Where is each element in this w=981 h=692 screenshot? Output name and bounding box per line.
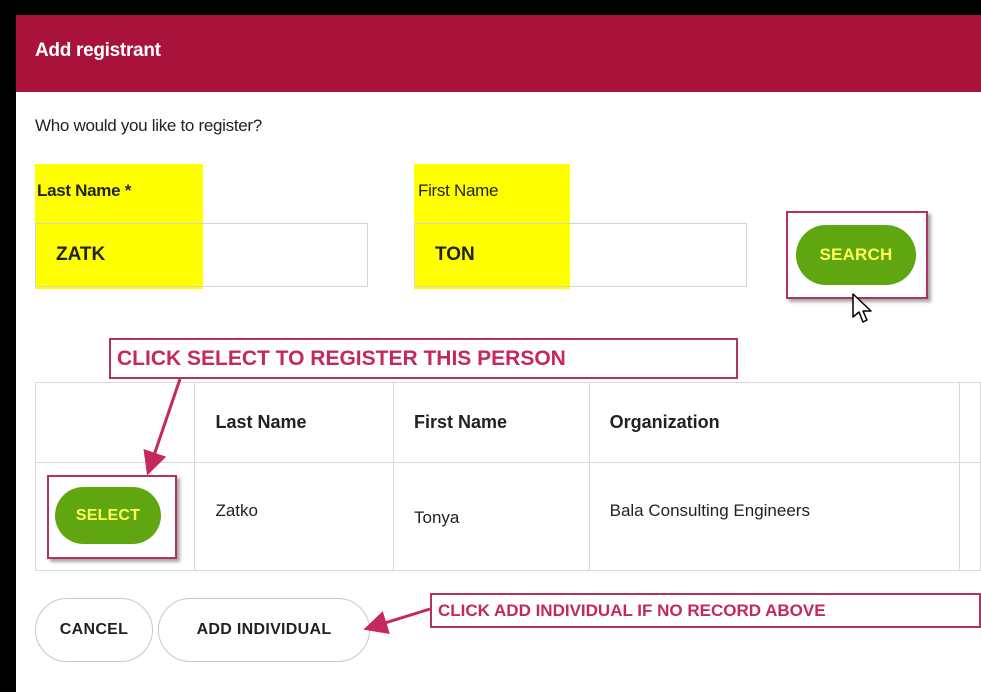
select-button[interactable]: SELECT — [55, 487, 161, 544]
dialog-header: Add registrant — [16, 15, 981, 92]
header-first-name: First Name — [393, 382, 590, 463]
cell-first-name: Tonya — [393, 462, 590, 571]
dialog-title: Add registrant — [35, 40, 161, 61]
add-individual-button[interactable]: ADD INDIVIDUAL — [158, 598, 370, 662]
search-button[interactable]: SEARCH — [796, 225, 916, 285]
cell-last-name: Zatko — [194, 462, 395, 571]
header-organization: Organization — [588, 382, 960, 463]
table-header-row: Last Name First Name Organization — [34, 382, 981, 463]
cancel-button[interactable]: CANCEL — [35, 598, 153, 662]
first-name-label: First Name — [418, 181, 499, 200]
last-name-input[interactable]: ZATK — [35, 223, 368, 287]
add-registrant-dialog: Add registrant Who would you like to reg… — [16, 15, 981, 692]
mouse-cursor-icon — [852, 293, 872, 323]
cell-extra — [958, 462, 981, 571]
first-name-value: TON — [435, 244, 475, 265]
cell-organization: Bala Consulting Engineers — [588, 462, 960, 571]
add-individual-arrow — [363, 607, 431, 635]
header-extra — [958, 382, 981, 463]
select-callout: CLICK SELECT TO REGISTER THIS PERSON — [109, 338, 738, 379]
add-individual-callout: CLICK ADD INDIVIDUAL IF NO RECORD ABOVE — [430, 593, 981, 628]
header-select — [34, 382, 196, 463]
table-row: Zatko Tonya Bala Consulting Engineers — [34, 462, 981, 571]
required-mark: * — [124, 181, 132, 200]
register-prompt: Who would you like to register? — [35, 116, 262, 135]
last-name-value: ZATK — [56, 244, 106, 265]
first-name-input[interactable]: TON — [414, 223, 747, 287]
last-name-label: Last Name * — [37, 181, 132, 200]
header-last-name: Last Name — [194, 382, 395, 463]
